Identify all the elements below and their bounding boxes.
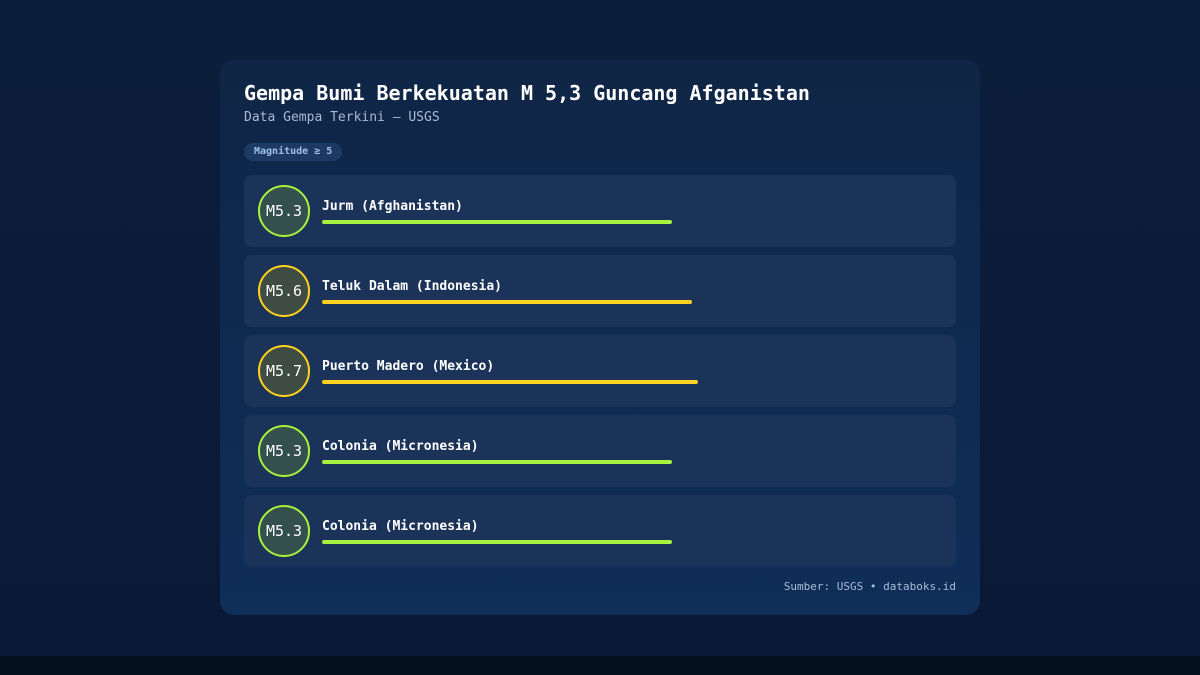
bottom-strip — [0, 656, 1200, 675]
magnitude-bar — [322, 540, 672, 544]
magnitude-bar — [322, 380, 698, 384]
magnitude-badge: M5.7 — [258, 345, 310, 397]
earthquake-row: M5.6 Teluk Dalam (Indonesia) — [244, 255, 956, 327]
earthquake-row: M5.3 Colonia (Micronesia) — [244, 495, 956, 567]
magnitude-bar — [322, 300, 692, 304]
magnitude-bar — [322, 220, 672, 224]
earthquake-list: M5.3 Jurm (Afghanistan) M5.6 Teluk Dalam (I… — [244, 175, 956, 575]
chart-subtitle: Data Gempa Terkini — USGS — [244, 110, 440, 125]
source-note: Sumber: USGS • databoks.id — [783, 580, 956, 593]
location-label: Puerto Madero (Mexico) — [322, 359, 495, 374]
earthquake-row: M5.7 Puerto Madero (Mexico) — [244, 335, 956, 407]
magnitude-badge: M5.3 — [258, 505, 310, 557]
magnitude-badge: M5.3 — [258, 425, 310, 477]
magnitude-bar — [322, 460, 672, 464]
magnitude-badge: M5.3 — [258, 185, 310, 237]
earthquake-row: M5.3 Colonia (Micronesia) — [244, 415, 956, 487]
magnitude-filter-badge: Magnitude ≥ 5 — [244, 143, 343, 161]
location-label: Colonia (Micronesia) — [322, 519, 479, 534]
location-label: Colonia (Micronesia) — [322, 439, 479, 454]
earthquake-row: M5.3 Jurm (Afghanistan) — [244, 175, 956, 247]
chart-card: Gempa Bumi Berkekuatan M 5,3 Guncang Afg… — [220, 60, 980, 615]
magnitude-badge: M5.6 — [258, 265, 310, 317]
location-label: Teluk Dalam (Indonesia) — [322, 279, 503, 294]
location-label: Jurm (Afghanistan) — [322, 199, 463, 214]
chart-title: Gempa Bumi Berkekuatan M 5,3 Guncang Afg… — [244, 81, 810, 105]
